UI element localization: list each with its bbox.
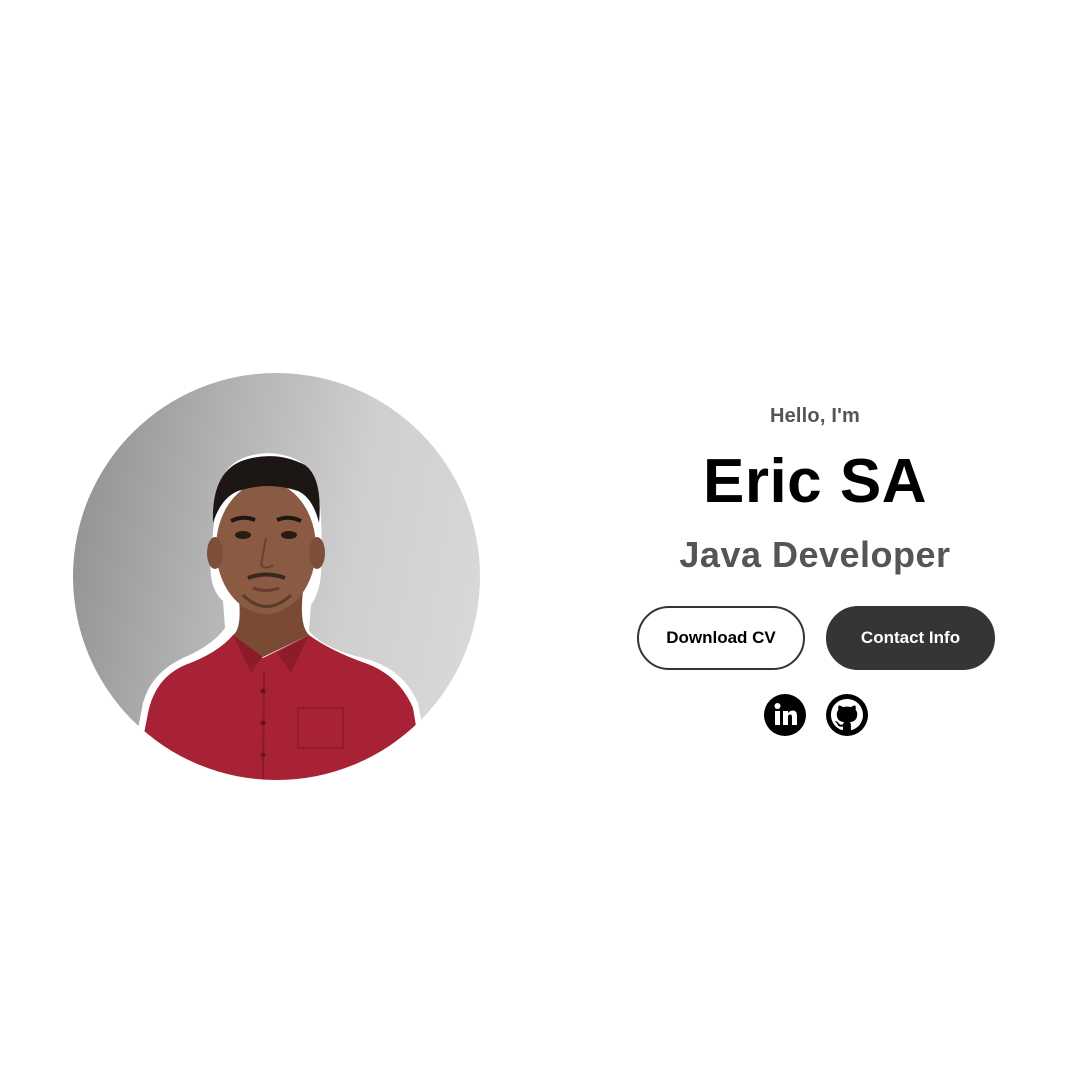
greeting-text: Hello, I'm xyxy=(769,405,861,427)
name-heading: Eric SA xyxy=(702,447,928,516)
github-icon xyxy=(826,694,868,736)
github-link[interactable] xyxy=(825,693,869,737)
linkedin-link[interactable] xyxy=(763,693,807,737)
social-links xyxy=(600,693,1030,739)
download-cv-button[interactable]: Download CV xyxy=(637,606,805,670)
profile-picture xyxy=(73,373,480,780)
linkedin-icon xyxy=(764,694,806,736)
page: Hello, I'm Eric SA Java Developer Downlo… xyxy=(0,0,1080,1080)
profile-photo-illustration xyxy=(128,453,433,780)
role-subtitle: Java Developer xyxy=(679,534,951,575)
contact-info-button[interactable]: Contact Info xyxy=(826,606,995,670)
